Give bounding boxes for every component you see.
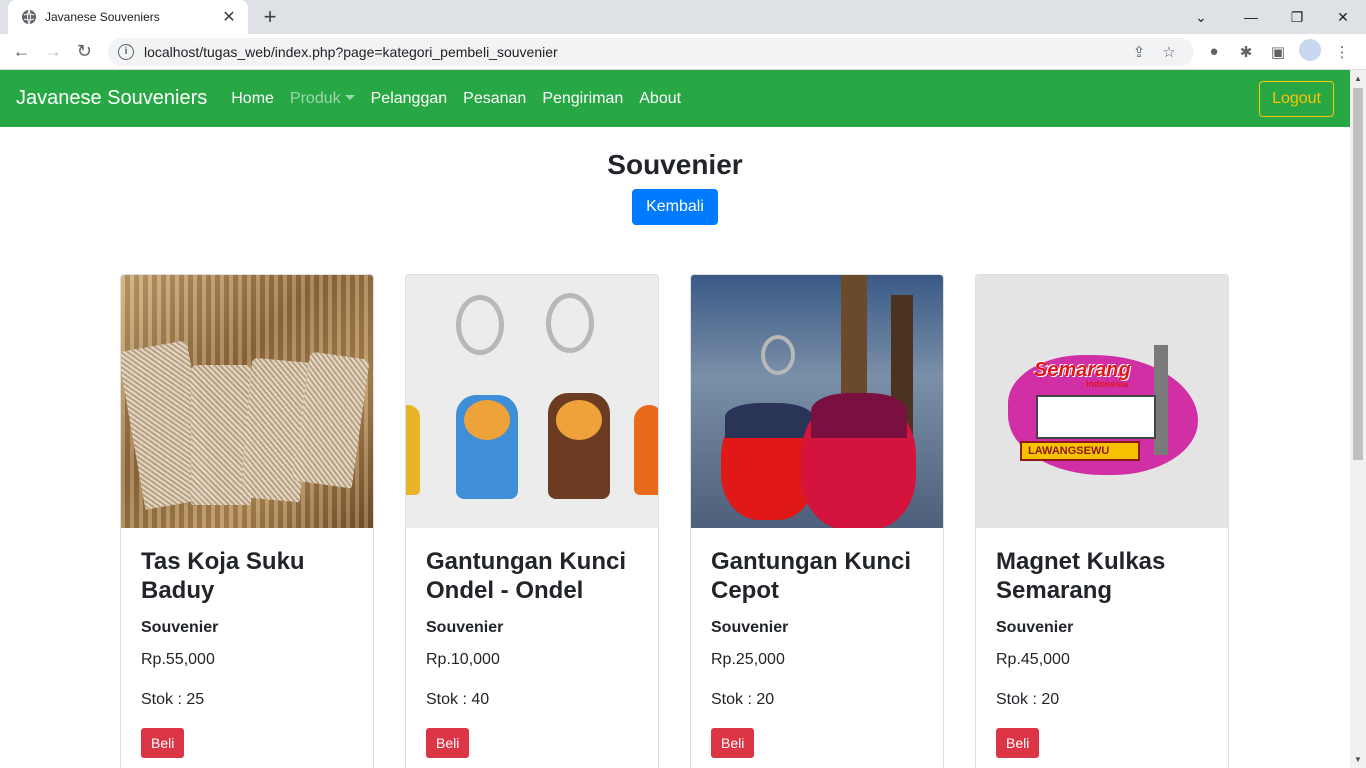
address-bar[interactable]: i localhost/tugas_web/index.php?page=kat…: [107, 37, 1194, 66]
page-title: Souvenier: [607, 149, 743, 180]
product-category: Souvenier: [711, 619, 789, 636]
page-viewport: Javanese Souveniers Home Produk Pelangga…: [0, 70, 1350, 768]
star-icon[interactable]: ☆: [1154, 43, 1184, 61]
page-scrollbar[interactable]: ▲ ▼: [1350, 70, 1366, 768]
beli-button[interactable]: Beli: [996, 728, 1040, 758]
logout-button[interactable]: Logout: [1259, 80, 1334, 117]
beli-button[interactable]: Beli: [141, 728, 185, 758]
magnet-landmark-text: LAWANGSEWU: [1028, 445, 1110, 457]
forward-arrow-icon[interactable]: →: [39, 38, 66, 66]
new-tab-icon[interactable]: +: [258, 5, 282, 29]
product-title: Magnet Kulkas Semarang: [996, 548, 1166, 604]
product-price: Rp.25,000: [711, 651, 785, 668]
nav-about[interactable]: About: [639, 90, 681, 108]
nav-home[interactable]: Home: [231, 90, 274, 108]
product-stock: Stok : 20: [996, 691, 1060, 708]
reload-icon[interactable]: ↻: [71, 38, 98, 66]
product-stock: Stok : 20: [711, 691, 775, 708]
panda-extension-icon[interactable]: ●: [1198, 43, 1230, 60]
product-title: Gantungan Kunci Cepot: [711, 548, 911, 604]
product-image-cepot: [691, 275, 943, 528]
nav-links: Home Produk Pelanggan Pesanan Pengiriman…: [231, 90, 1259, 108]
product-category: Souvenier: [141, 619, 219, 636]
nav-produk-label: Produk: [289, 89, 341, 107]
window-controls: ⌄ — ❐ ✕: [1178, 0, 1366, 34]
product-card: Gantungan Kunci Ondel - Ondel Souvenier …: [405, 274, 659, 768]
puzzle-icon[interactable]: ✱: [1230, 43, 1262, 61]
scroll-up-icon[interactable]: ▲: [1354, 74, 1362, 83]
back-arrow-icon[interactable]: ←: [8, 38, 35, 66]
caret-down-icon: [344, 94, 355, 100]
product-stock: Stok : 40: [426, 691, 490, 708]
product-price: Rp.10,000: [426, 651, 500, 668]
product-image-magnet-semarang: Semarang Indonesia LAWANGSEWU: [976, 275, 1228, 528]
main-navbar: Javanese Souveniers Home Produk Pelangga…: [0, 70, 1350, 127]
back-button-wrap: Kembali: [0, 189, 1350, 225]
sidepanel-icon[interactable]: ▣: [1262, 43, 1294, 61]
scrollbar-thumb[interactable]: [1353, 88, 1363, 460]
browser-toolbar: ← → ↻ i localhost/tugas_web/index.php?pa…: [0, 34, 1366, 70]
share-icon[interactable]: ⇪: [1124, 43, 1154, 61]
kebab-menu-icon[interactable]: ⋮: [1326, 43, 1358, 61]
kembali-button[interactable]: Kembali: [632, 189, 718, 225]
nav-pelanggan[interactable]: Pelanggan: [371, 90, 448, 108]
minimize-icon[interactable]: —: [1228, 0, 1274, 34]
product-card: Semarang Indonesia LAWANGSEWU Magnet Kul…: [975, 274, 1229, 768]
product-image-ondel-ondel: [406, 275, 658, 528]
brand-link[interactable]: Javanese Souveniers: [16, 87, 207, 110]
product-card: Tas Koja Suku Baduy Souvenier Rp.55,000 …: [120, 274, 374, 768]
restore-icon[interactable]: ❐: [1274, 0, 1320, 34]
product-title: Gantungan Kunci Ondel - Ondel: [426, 548, 626, 604]
browser-tabstrip: Javanese Souveniers ✕ + ⌄ — ❐ ✕: [0, 0, 1366, 34]
chevron-down-icon[interactable]: ⌄: [1178, 0, 1224, 34]
nav-pengiriman[interactable]: Pengiriman: [542, 90, 623, 108]
nav-produk-dropdown[interactable]: Produk: [290, 90, 355, 108]
nav-pesanan[interactable]: Pesanan: [463, 90, 526, 108]
product-price: Rp.55,000: [141, 651, 215, 668]
product-stock: Stok : 25: [141, 691, 205, 708]
beli-button[interactable]: Beli: [426, 728, 470, 758]
info-icon[interactable]: i: [117, 43, 134, 60]
scroll-down-icon[interactable]: ▼: [1354, 755, 1362, 764]
tab-title: Javanese Souveniers: [45, 10, 160, 24]
beli-button[interactable]: Beli: [711, 728, 755, 758]
product-grid: Tas Koja Suku Baduy Souvenier Rp.55,000 …: [120, 274, 1229, 768]
url-text[interactable]: localhost/tugas_web/index.php?page=kateg…: [144, 44, 1124, 60]
product-title: Tas Koja Suku Baduy: [141, 548, 305, 604]
browser-tab[interactable]: Javanese Souveniers ✕: [8, 0, 248, 34]
product-card: Gantungan Kunci Cepot Souvenier Rp.25,00…: [690, 274, 944, 768]
magnet-country-text: Indonesia: [1086, 379, 1129, 389]
extensions-bar: ● ✱ ▣ ⋮: [1198, 38, 1358, 65]
globe-icon: [22, 9, 36, 25]
product-category: Souvenier: [426, 619, 504, 636]
profile-avatar[interactable]: [1294, 38, 1326, 65]
close-icon[interactable]: ✕: [220, 7, 238, 27]
product-image-tas-koja: [121, 275, 373, 528]
window-close-icon[interactable]: ✕: [1320, 0, 1366, 34]
product-category: Souvenier: [996, 619, 1074, 636]
product-price: Rp.45,000: [996, 651, 1070, 668]
